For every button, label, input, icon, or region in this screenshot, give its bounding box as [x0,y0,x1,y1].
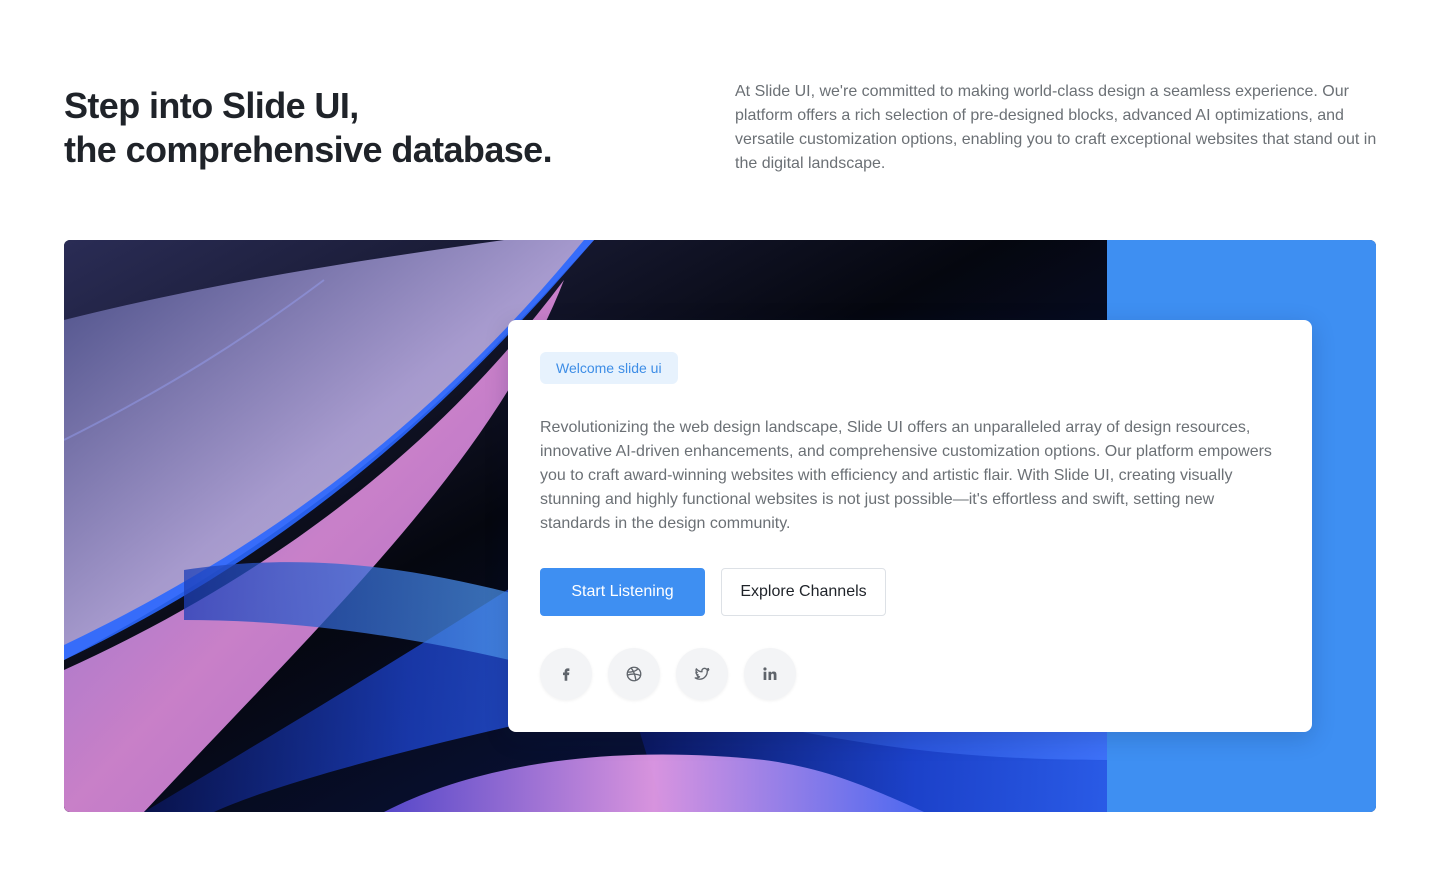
twitter-icon [694,667,710,680]
page-title-line-1: Step into Slide UI, [64,85,359,126]
linkedin-link[interactable] [744,648,796,700]
card-description: Revolutionizing the web design landscape… [540,419,1272,532]
dribbble-link[interactable] [608,648,660,700]
linkedin-icon [763,667,777,680]
twitter-link[interactable] [676,648,728,700]
page-title-line-2: the comprehensive database. [64,129,553,170]
dribbble-icon [626,666,642,682]
social-links [540,648,796,700]
welcome-badge: Welcome slide ui [540,352,678,384]
page: Step into Slide UI, the comprehensive da… [0,0,1440,893]
welcome-card: Welcome slide ui Revolutionizing the web… [508,320,1312,732]
explore-channels-button[interactable]: Explore Channels [721,568,886,616]
intro-paragraph: At Slide UI, we're committed to making w… [735,83,1377,172]
facebook-link[interactable] [540,648,592,700]
page-title: Step into Slide UI, the comprehensive da… [64,84,553,172]
facebook-icon [563,668,570,681]
start-listening-button[interactable]: Start Listening [540,568,705,616]
